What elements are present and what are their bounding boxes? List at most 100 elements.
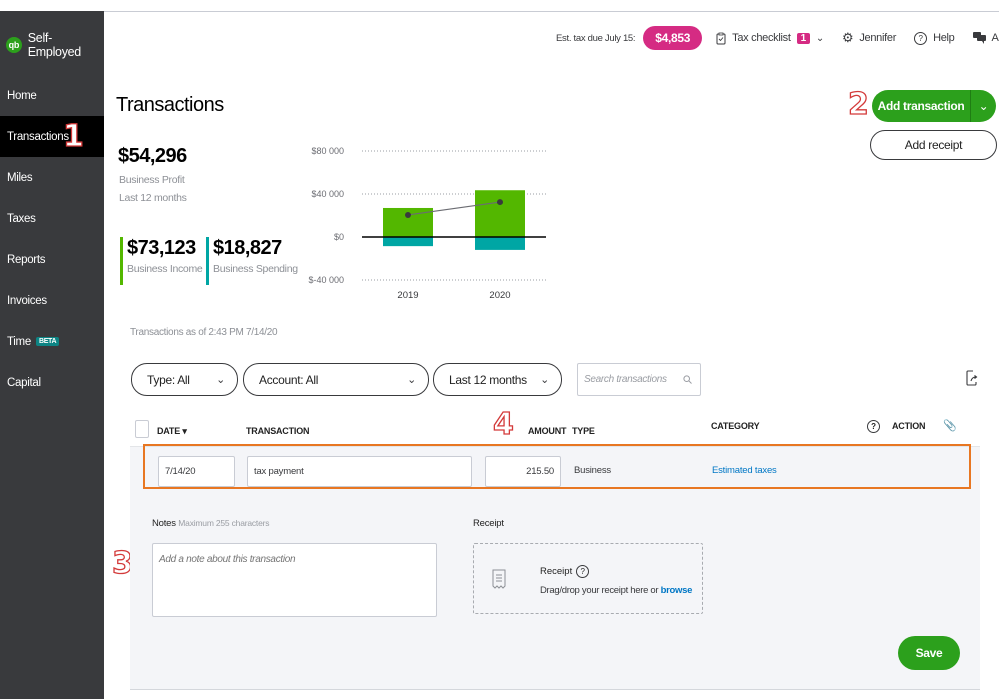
period-filter-dropdown[interactable]: Last 12 months ⌄ [433,363,562,396]
help-icon: ? [914,31,928,45]
sidebar-item-transactions[interactable]: Transactions [0,116,104,157]
help-icon[interactable]: ? [867,420,880,433]
search-transactions-input[interactable]: Search transactions [577,363,701,396]
tax-checklist-count: 1 [796,32,810,44]
sidebar-item-miles[interactable]: Miles [0,157,104,198]
paperclip-icon: 📎 [943,420,957,432]
y-tick-label: $0 [334,232,344,242]
sidebar-item-capital[interactable]: Capital [0,362,104,403]
business-profit-value: $54,296 [118,145,187,167]
notes-hint: Maximum 255 characters [178,518,270,528]
receipt-label: Receipt [473,518,504,529]
business-income-value: $73,123 [127,237,196,259]
business-spending-label: Business Spending [213,263,298,275]
profit-point [497,199,503,206]
add-transaction-button-group: Add transaction ⌄ [872,90,996,122]
account-filter-value: Account: All [259,372,319,387]
sidebar-item-reports[interactable]: Reports [0,239,104,280]
sidebar-item-invoices[interactable]: Invoices [0,280,104,321]
period-filter-value: Last 12 months [449,372,527,387]
column-type[interactable]: TYPE [572,426,595,436]
add-transaction-button[interactable]: Add transaction [872,99,970,113]
business-profit-label: Business Profit [119,174,185,186]
add-transaction-dropdown-chevron-icon[interactable]: ⌄ [970,90,996,122]
column-action: ACTION [892,421,926,431]
export-icon[interactable] [966,370,978,386]
receipt-description-text: Drag/drop your receipt here or [540,585,661,596]
sidebar-item-label: Time [7,335,31,348]
sidebar-nav: Home Transactions Miles Taxes Reports In… [0,75,104,403]
sidebar-item-label: Invoices [7,294,47,307]
brand-name: Self-Employed [27,31,81,59]
spending-bar [475,237,525,250]
chevron-down-icon[interactable]: ⌄ [816,33,824,44]
help-button[interactable]: ? Help [914,31,955,45]
sidebar-item-label: Home [7,89,37,102]
profit-chart: $80 000 $40 000 $0 $-40 000 2019 2020 [308,146,546,301]
annotation-2: 2 [847,87,869,122]
select-all-checkbox[interactable] [135,420,149,438]
column-amount[interactable]: AMOUNT [528,426,566,436]
sidebar-item-time[interactable]: Time BETA [0,321,104,362]
table-header: DATE ▾ TRANSACTION AMOUNT TYPE CATEGORY … [130,415,980,445]
quickbooks-logo-icon: qb [6,37,22,53]
transactions-as-of: Transactions as of 2:43 PM 7/14/20 [130,327,278,338]
receipt-dropzone[interactable]: Receipt ? Drag/drop your receipt here or… [473,543,703,614]
assistant-button[interactable]: Assista [972,32,999,44]
notes-label-text: Notes [152,518,176,529]
business-spending-kpi: $18,827 Business Spending [206,237,298,285]
beta-badge: BETA [35,337,60,346]
chevron-down-icon: ⌄ [540,374,549,386]
est-tax-amount-button[interactable]: $4,853 [643,26,703,50]
receipt-title: Receipt ? [540,565,590,578]
notes-label: Notes Maximum 255 characters [152,518,270,529]
x-tick-label: 2020 [489,290,510,301]
top-border [104,11,999,12]
profit-point [405,211,411,218]
est-tax-label: Est. tax due July 15: [556,32,636,44]
chevron-down-icon: ⌄ [216,374,225,386]
sidebar-item-label: Miles [7,171,33,184]
tax-checklist-button[interactable]: Tax checklist 1 ⌄ [716,32,824,45]
spending-bar [383,237,433,247]
business-income-kpi: $73,123 Business Income [120,237,203,285]
receipt-title-text: Receipt [540,566,573,577]
sidebar-item-taxes[interactable]: Taxes [0,198,104,239]
brand[interactable]: qb Self-Employed [6,31,104,59]
help-icon[interactable]: ? [576,565,590,578]
top-header: Est. tax due July 15: $4,853 Tax checkli… [556,26,999,50]
sidebar-item-home[interactable]: Home [0,75,104,116]
column-transaction[interactable]: TRANSACTION [246,426,309,436]
chat-bubbles-icon [972,32,986,44]
row-highlight-outline [143,444,971,489]
clipboard-check-icon [716,32,726,44]
chevron-down-icon: ⌄ [407,374,416,386]
save-button[interactable]: Save [898,636,960,670]
business-income-label: Business Income [127,263,203,275]
search-placeholder: Search transactions [584,374,667,385]
y-tick-label: $40 000 [311,189,344,199]
business-spending-value: $18,827 [213,237,282,259]
income-bar [475,190,525,237]
search-icon [683,375,692,384]
sidebar-item-label: Reports [7,253,46,266]
user-name: Jennifer [859,32,897,44]
tax-checklist-label: Tax checklist [732,32,791,44]
y-tick-label: $-40 000 [308,275,344,285]
notes-textarea[interactable] [152,543,437,617]
type-filter-value: Type: All [147,372,190,387]
browse-link[interactable]: browse [661,585,693,596]
account-filter-dropdown[interactable]: Account: All ⌄ [243,363,429,396]
column-date[interactable]: DATE ▾ [157,426,187,437]
type-filter-dropdown[interactable]: Type: All ⌄ [131,363,238,396]
x-tick-label: 2019 [397,290,418,301]
add-receipt-button[interactable]: Add receipt [870,130,997,160]
receipt-icon [492,569,506,589]
sidebar: qb Self-Employed Home Transactions Miles… [0,11,104,699]
help-label: Help [933,32,955,44]
column-category[interactable]: CATEGORY [711,421,760,431]
gear-icon: ⚙ [841,30,854,45]
assistant-label: Assista [991,32,999,44]
annotation-1: 1 [62,119,84,154]
user-menu-button[interactable]: ⚙ Jennifer [842,30,896,46]
